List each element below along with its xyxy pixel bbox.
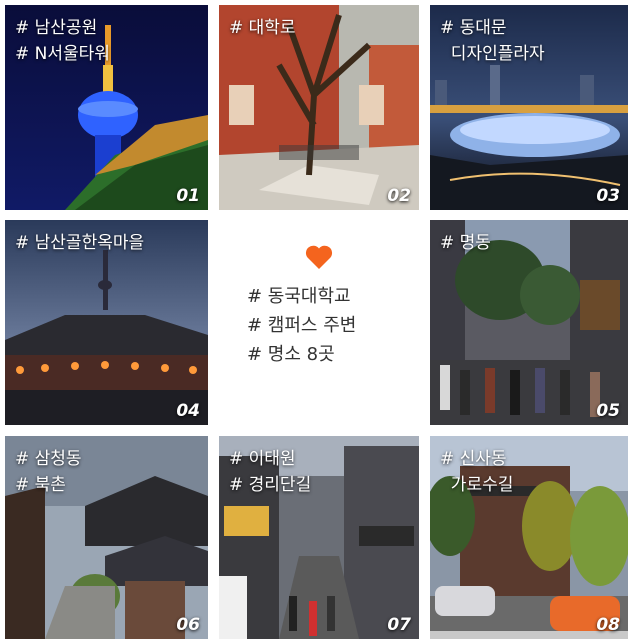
tile-tags: # 이태원 # 경리단길 xyxy=(229,446,311,498)
tile-number: 06 xyxy=(176,615,200,635)
tile-number: 03 xyxy=(596,186,620,206)
tile-number: 08 xyxy=(596,615,620,635)
tile-number: 05 xyxy=(596,401,620,421)
tile-namsangol-hanok[interactable]: # 남산골한옥마을 04 xyxy=(5,220,208,425)
tile-tag: # 이태원 xyxy=(229,449,296,469)
intro-line: # 동국대학교 xyxy=(247,286,351,307)
tile-tag: # 신사동 xyxy=(440,449,507,469)
landmark-grid: # 남산공원 # N서울타워 01 # 대학로 02 # 동대문 디자인플라자 … xyxy=(0,0,628,639)
tile-tag: # N서울타워 xyxy=(15,44,110,64)
tile-tag: # 동대문 xyxy=(440,18,507,38)
tile-tags: # 남산공원 # N서울타워 xyxy=(15,15,110,67)
tile-tag: # 북촌 xyxy=(15,475,66,495)
tile-number: 02 xyxy=(387,186,411,206)
tile-ddp[interactable]: # 동대문 디자인플라자 03 xyxy=(430,5,628,210)
tile-number: 04 xyxy=(176,401,200,421)
intro-line: # 명소 8곳 xyxy=(247,344,335,365)
tile-daehangno[interactable]: # 대학로 02 xyxy=(219,5,419,210)
tile-samcheongdong-bukchon[interactable]: # 삼청동 # 북촌 06 xyxy=(5,436,208,639)
tile-myeongdong[interactable]: # 명동 05 xyxy=(430,220,628,425)
tile-tags: # 동대문 디자인플라자 xyxy=(440,15,545,67)
tile-tags: # 신사동 가로수길 xyxy=(440,446,513,498)
tile-number: 07 xyxy=(387,615,411,635)
intro-card: # 동국대학교 # 캠퍼스 주변 # 명소 8곳 xyxy=(219,220,419,425)
tile-tags: # 삼청동 # 북촌 xyxy=(15,446,82,498)
tile-tag: # 남산공원 xyxy=(15,18,98,38)
tile-tag: # 남산골한옥마을 xyxy=(15,233,145,253)
tile-tags: # 남산골한옥마을 xyxy=(15,230,144,256)
tile-tag: 디자인플라자 xyxy=(440,44,545,64)
tile-tag: # 삼청동 xyxy=(15,449,82,469)
intro-line: # 캠퍼스 주변 xyxy=(247,315,357,336)
tile-tags: # 대학로 xyxy=(229,15,296,41)
intro-lines: # 동국대학교 # 캠퍼스 주변 # 명소 8곳 xyxy=(247,282,356,369)
tile-itaewon-gyeongridan[interactable]: # 이태원 # 경리단길 07 xyxy=(219,436,419,639)
tile-tag: # 명동 xyxy=(440,233,491,253)
heart-icon xyxy=(305,245,333,269)
tile-tag: 가로수길 xyxy=(440,475,514,495)
tile-number: 01 xyxy=(176,186,200,206)
tile-namsan-tower[interactable]: # 남산공원 # N서울타워 01 xyxy=(5,5,208,210)
tile-sinsa-garosugil[interactable]: # 신사동 가로수길 08 xyxy=(430,436,628,639)
tile-tags: # 명동 xyxy=(440,230,491,256)
tile-tag: # 경리단길 xyxy=(229,475,312,495)
tile-tag: # 대학로 xyxy=(229,18,296,38)
